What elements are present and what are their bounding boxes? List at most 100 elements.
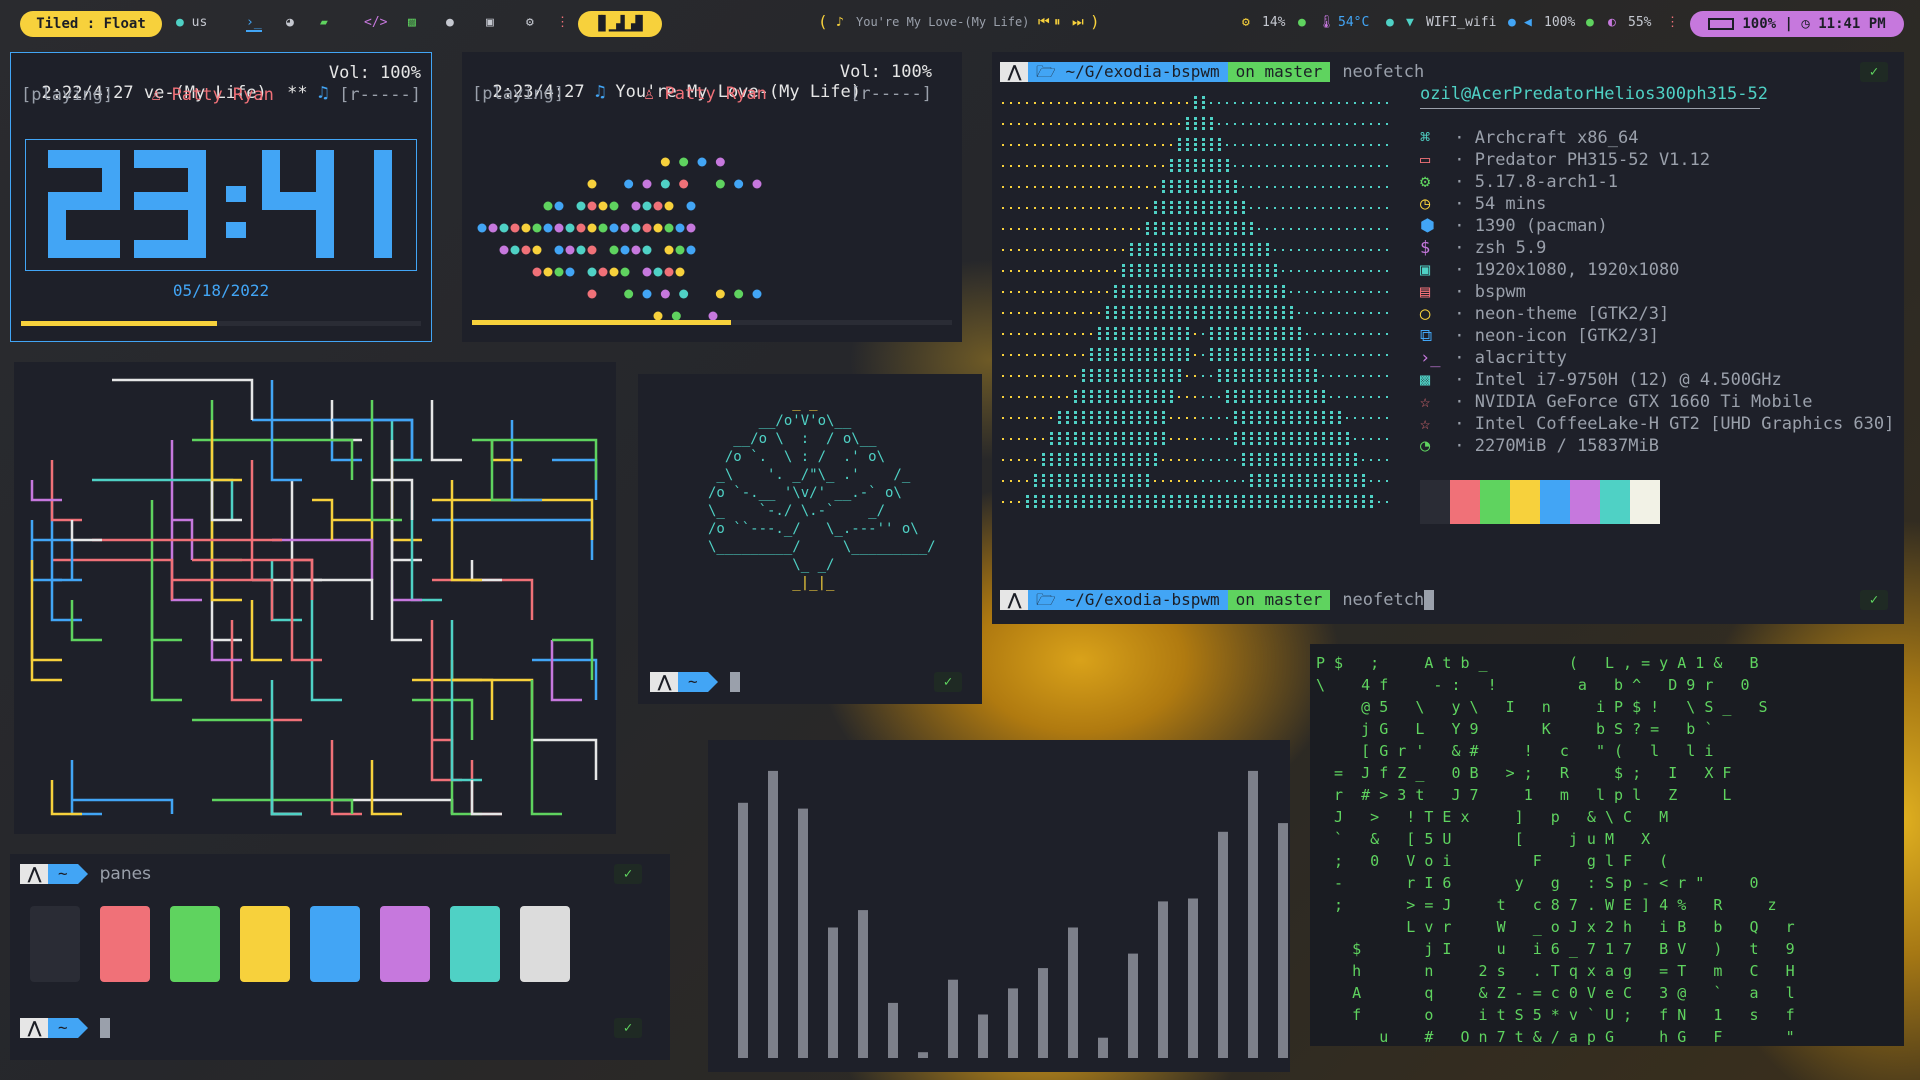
volume-level[interactable]: 100%: [1544, 15, 1575, 30]
logo-dot: [1146, 102, 1148, 104]
logo-dot: [1186, 306, 1189, 309]
terminal-launcher-icon[interactable]: ›_: [246, 15, 262, 32]
next-track-icon[interactable]: ⏭: [1072, 15, 1084, 30]
logo-dot: [1090, 374, 1093, 377]
pipe-segment: [432, 738, 454, 780]
logo-dot: [1274, 416, 1277, 419]
terminal-prompt[interactable]: ⋀ ~: [20, 1018, 110, 1038]
prompt-directory: ~: [678, 672, 708, 692]
logo-dot: [1258, 390, 1261, 393]
logo-dot: [1378, 417, 1380, 419]
logo-dot: [1234, 495, 1237, 498]
logo-dot: [1298, 123, 1300, 125]
logo-dot: [1138, 505, 1141, 508]
logo-dot: [1282, 316, 1285, 319]
logo-dot: [1266, 458, 1269, 461]
logo-dot: [1154, 500, 1157, 503]
music-widget[interactable]: (: [818, 12, 828, 31]
browser-launcher-icon[interactable]: ◕: [286, 15, 294, 30]
previous-track-icon[interactable]: ⏮: [1038, 15, 1050, 30]
logo-dot: [1266, 248, 1269, 251]
logo-dot: [1146, 290, 1149, 293]
brightness-level[interactable]: 55%: [1628, 15, 1651, 30]
visualizer-dot: [587, 179, 597, 189]
logo-dot: [1058, 207, 1060, 209]
logo-dot: [1274, 505, 1277, 508]
bullet: ·: [1444, 414, 1475, 434]
pause-icon[interactable]: ⏸: [1054, 15, 1061, 30]
keyboard-layout[interactable]: ● us: [176, 15, 207, 30]
logo-dot: [1346, 442, 1349, 445]
terminal-prompt[interactable]: ⋀ 🗁 ~/G/exodia-bspwm on master neofetch: [1000, 62, 1424, 82]
logo-dot: [1138, 243, 1141, 246]
files-launcher-icon[interactable]: ▰: [320, 15, 328, 30]
mini-terminal-prompt[interactable]: ⋀ ~: [650, 672, 740, 692]
video-launcher-icon[interactable]: ▣: [486, 15, 494, 30]
battery-clock-pill[interactable]: 100% | ◷ 11:41 PM: [1690, 11, 1904, 37]
logo-dot: [1314, 411, 1317, 414]
logo-dot: [1330, 505, 1333, 508]
wifi-icon[interactable]: ▼: [1406, 15, 1414, 30]
logo-dot: [1178, 248, 1181, 251]
editor-launcher-icon[interactable]: </>: [364, 15, 387, 30]
visualizer-dot: [715, 179, 725, 189]
prompt-command[interactable]: neofetch: [1342, 590, 1424, 610]
logo-dot: [1178, 222, 1181, 225]
workspace-indicator[interactable]: ▐▌▁▟▁▟▌: [578, 11, 662, 37]
logo-dot: [1386, 249, 1388, 251]
logo-dot: [1242, 348, 1245, 351]
logo-dot: [1306, 123, 1308, 125]
terminal-prompt[interactable]: ⋀ ~ panes: [20, 864, 151, 884]
player1-progress-track[interactable]: [21, 321, 421, 326]
logo-dot: [1138, 337, 1141, 340]
wifi-name[interactable]: WIFI_wifi: [1426, 15, 1496, 30]
visualizer-dot: [554, 245, 564, 255]
info-value: 1920x1080, 1920x1080: [1474, 260, 1680, 280]
brightness-icon[interactable]: ◐: [1608, 15, 1616, 30]
notes-launcher-icon[interactable]: ▨: [408, 15, 416, 30]
pipe-segment: [270, 700, 302, 722]
volume-icon[interactable]: ◀: [1524, 15, 1532, 30]
logo-dot: [1178, 369, 1181, 372]
more-menu-icon[interactable]: ⋮: [1666, 15, 1679, 30]
logo-dot: [1074, 495, 1077, 498]
logo-dot: [1082, 165, 1084, 167]
logo-dot: [1178, 500, 1181, 503]
logo-dot: [1250, 332, 1253, 335]
logo-dot: [1162, 432, 1165, 435]
visualizer-dot: [664, 201, 674, 211]
logo-dot: [1130, 243, 1133, 246]
logo-dot: [1274, 390, 1277, 393]
logo-dot: [1266, 505, 1269, 508]
logo-dot: [1170, 379, 1173, 382]
settings-launcher-icon[interactable]: ⚙: [526, 15, 534, 30]
info-value: Intel i7-9750H (12) @ 4.500GHz: [1474, 370, 1782, 390]
logo-dot: [1218, 495, 1221, 498]
more-menu-icon[interactable]: ⋮: [556, 15, 569, 30]
logo-dot: [1234, 437, 1237, 440]
logo-dot: [1082, 421, 1085, 424]
logo-dot: [1210, 206, 1213, 209]
logo-dot: [1298, 463, 1301, 466]
logo-dot: [1266, 369, 1269, 372]
logo-dot: [1242, 442, 1245, 445]
player2-progress-track[interactable]: [472, 320, 952, 325]
logo-dot: [1274, 249, 1276, 251]
visualizer-dot: [752, 179, 762, 189]
terminal-prompt[interactable]: ⋀ 🗁 ~/G/exodia-bspwm on master neofetch: [1000, 590, 1435, 610]
prompt-command: panes: [99, 864, 151, 884]
logo-dot: [1154, 463, 1157, 466]
layout-mode-button[interactable]: Tiled : Float: [20, 11, 162, 37]
logo-dot: [1314, 500, 1317, 503]
logo-dot: [1226, 290, 1229, 293]
pipe-segment: [30, 480, 62, 502]
logo-dot: [1218, 459, 1220, 461]
prompt-arrow: [77, 1018, 88, 1038]
chat-launcher-icon[interactable]: ●: [446, 15, 454, 30]
logo-dot: [1226, 222, 1229, 225]
logo-dot: [1218, 306, 1221, 309]
logo-dot: [1122, 358, 1125, 361]
logo-dot: [1082, 395, 1085, 398]
logo-dot: [1250, 500, 1253, 503]
logo-dot: [1146, 484, 1149, 487]
